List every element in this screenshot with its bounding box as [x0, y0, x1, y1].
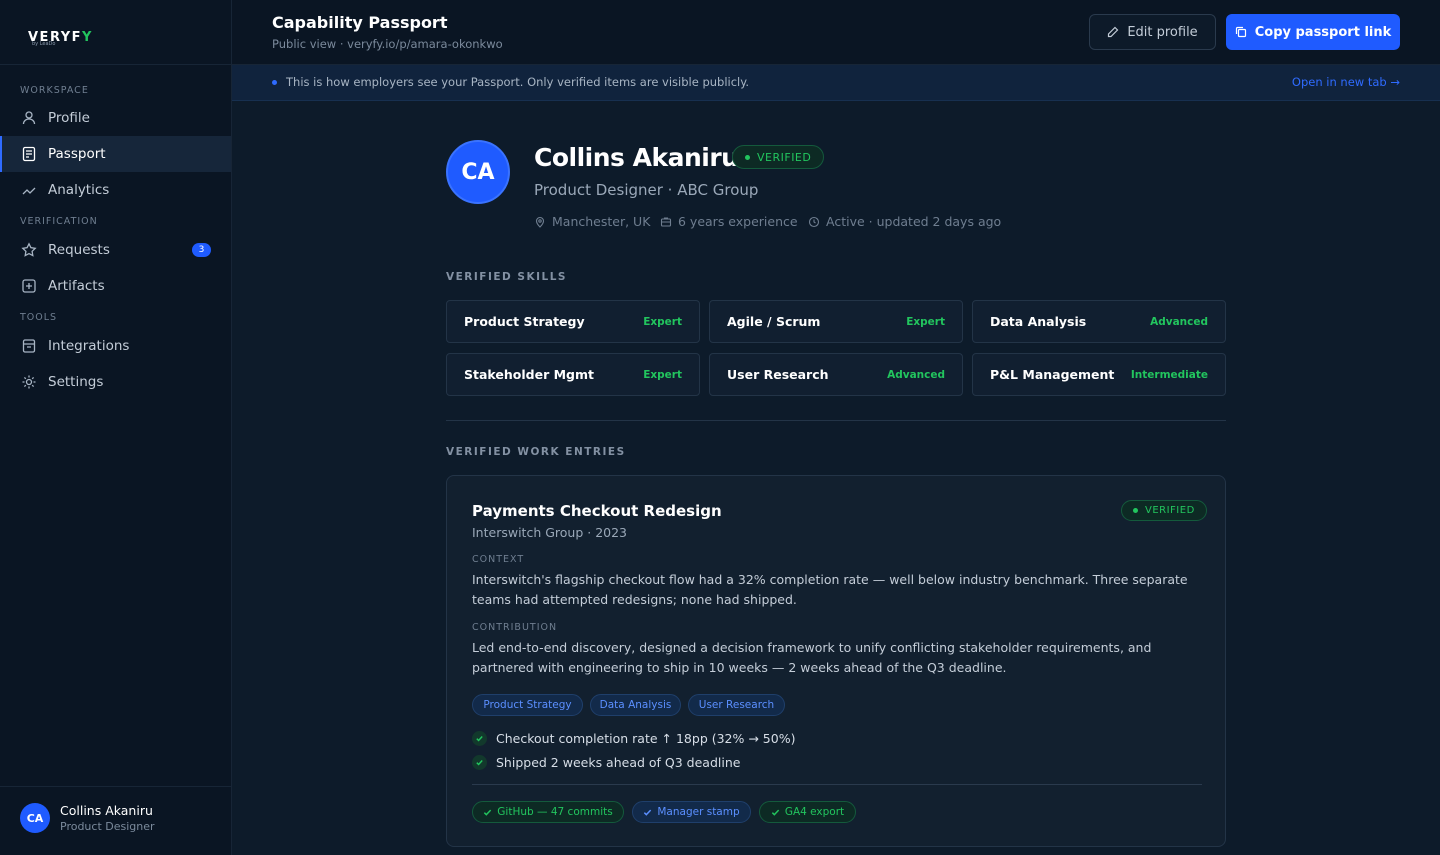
public-view-banner: This is how employers see your Passport.… — [232, 65, 1440, 101]
profile-status: Active · updated 2 days ago — [808, 214, 1001, 229]
requests-count-badge: 3 — [192, 243, 211, 257]
gear-icon — [22, 375, 36, 389]
outcome-item: Checkout completion rate ↑ 18pp (32% → 5… — [472, 731, 795, 746]
work-section-label: VERIFIED WORK ENTRIES — [446, 446, 626, 458]
work-title: Payments Checkout Redesign — [472, 502, 722, 520]
top-header: Capability Passport Public view · veryfy… — [232, 0, 1440, 65]
profile-experience: 6 years experience — [660, 214, 798, 229]
star-icon — [21, 242, 37, 257]
context-text: Interswitch's flagship checkout flow had… — [472, 572, 1188, 607]
profile-name: Collins Akaniru — [534, 143, 739, 172]
work-divider — [472, 784, 1202, 785]
user-name: Collins Akaniru — [60, 803, 153, 818]
profile-avatar: CA — [446, 140, 510, 204]
outcome-item: Shipped 2 weeks ahead of Q3 deadline — [472, 755, 740, 770]
sidebar-item-artifacts[interactable]: Artifacts — [0, 268, 231, 304]
briefcase-icon — [660, 216, 672, 227]
avatar: CA — [20, 803, 50, 833]
plus-box-icon — [22, 279, 36, 293]
banner-text: This is how employers see your Passport.… — [286, 75, 750, 89]
info-dot-icon — [272, 80, 277, 85]
open-new-tab-link[interactable]: Open in new tab → — [1292, 75, 1400, 89]
sidebar-item-profile[interactable]: Profile — [0, 100, 231, 136]
verified-dot-icon — [745, 154, 750, 160]
check-icon — [472, 731, 487, 746]
section-divider — [446, 420, 1226, 421]
sidebar-item-settings[interactable]: Settings — [0, 364, 231, 400]
check-icon — [771, 809, 779, 816]
edit-profile-button[interactable]: Edit profile — [1089, 14, 1216, 50]
pencil-icon — [1108, 26, 1119, 38]
evidence-ga4-export-pill[interactable]: GA4 export — [759, 801, 856, 823]
profile-verified-badge: VERIFIED — [732, 145, 825, 169]
logo[interactable]: VERYFY by LeaDo — [0, 0, 231, 65]
nav-section-workspace: WORKSPACE — [20, 85, 89, 96]
skill-tag[interactable]: User Research — [688, 694, 785, 716]
calendar-icon — [22, 339, 36, 353]
skill-card[interactable]: P&L Management Intermediate — [972, 353, 1226, 396]
user-role: Product Designer — [60, 820, 155, 833]
contribution-label: CONTRIBUTION — [472, 622, 558, 633]
skill-card[interactable]: Stakeholder Mgmt Expert — [446, 353, 700, 396]
logo-subtitle: by LeaDo — [32, 41, 56, 47]
nav-section-verification: VERIFICATION — [20, 216, 98, 227]
passport-icon — [22, 146, 36, 162]
skill-card[interactable]: Agile / Scrum Expert — [709, 300, 963, 343]
sidebar-item-integrations[interactable]: Integrations — [0, 328, 231, 364]
sidebar-item-analytics[interactable]: Analytics — [0, 172, 231, 208]
page-title: Capability Passport — [272, 13, 448, 32]
copy-icon — [1235, 26, 1246, 38]
user-profile-footer[interactable]: CA Collins Akaniru Product Designer — [0, 786, 232, 849]
check-icon — [484, 809, 492, 816]
nav-section-tools: TOOLS — [20, 312, 58, 323]
evidence-manager-stamp-pill[interactable]: Manager stamp — [632, 801, 751, 823]
skill-tag[interactable]: Data Analysis — [590, 694, 681, 716]
evidence-github-pill[interactable]: GitHub — 47 commits — [472, 801, 624, 823]
location-pin-icon — [535, 216, 545, 228]
skills-section-label: VERIFIED SKILLS — [446, 271, 567, 283]
check-icon — [472, 755, 487, 770]
profile-role: Product Designer · ABC Group — [534, 181, 759, 199]
clock-icon — [808, 216, 820, 227]
work-verified-badge: VERIFIED — [1121, 500, 1207, 521]
copy-passport-link-button[interactable]: Copy passport link — [1226, 14, 1400, 50]
page-subtitle: Public view · veryfy.io/p/amara-okonkwo — [272, 37, 503, 51]
user-icon — [22, 111, 36, 125]
trend-icon — [22, 187, 36, 195]
profile-location: Manchester, UK — [534, 214, 650, 229]
context-label: CONTEXT — [472, 554, 525, 565]
skill-card[interactable]: User Research Advanced — [709, 353, 963, 396]
sidebar: VERYFY by LeaDo WORKSPACE Profile Passpo… — [0, 0, 232, 855]
check-icon — [644, 809, 652, 816]
sidebar-item-requests[interactable]: Requests 3 — [0, 232, 231, 268]
skill-tag[interactable]: Product Strategy — [472, 694, 583, 716]
work-entry-card: Payments Checkout Redesign VERIFIED Inte… — [446, 475, 1226, 847]
skill-card[interactable]: Product Strategy Expert — [446, 300, 700, 343]
contribution-text: Led end-to-end discovery, designed a dec… — [472, 640, 1152, 675]
verified-dot-icon — [1133, 508, 1138, 513]
work-company: Interswitch Group · 2023 — [472, 525, 628, 540]
skill-card[interactable]: Data Analysis Advanced — [972, 300, 1226, 343]
sidebar-item-passport[interactable]: Passport — [0, 136, 231, 172]
